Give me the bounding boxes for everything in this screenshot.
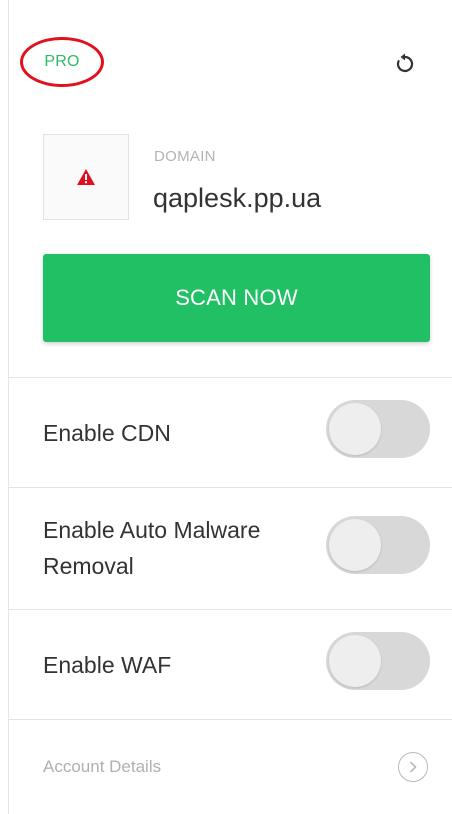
site-panel: PRO DOMAIN qaplesk.pp.ua SCAN NOW Enable… — [8, 0, 452, 814]
pro-badge-label: PRO — [44, 53, 80, 70]
site-header: PRO DOMAIN qaplesk.pp.ua SCAN NOW — [9, 0, 452, 378]
toggle-knob — [329, 403, 381, 455]
setting-row-waf: Enable WAF — [9, 610, 452, 720]
refresh-button[interactable] — [392, 50, 418, 76]
site-favicon — [43, 134, 129, 220]
pro-badge: PRO — [20, 37, 104, 87]
setting-label-auto-malware-removal: Enable Auto Malware Removal — [43, 517, 261, 579]
refresh-icon — [396, 53, 414, 73]
scan-now-button[interactable]: SCAN NOW — [43, 254, 430, 342]
warning-triangle-icon — [77, 169, 95, 185]
domain-name: qaplesk.pp.ua — [153, 183, 322, 213]
setting-row-auto-malware-removal: Enable Auto Malware Removal — [9, 488, 452, 610]
cdn-toggle[interactable] — [326, 400, 430, 458]
domain-label: DOMAIN — [154, 148, 216, 165]
account-details-label: Account Details — [43, 757, 162, 776]
chevron-right-circle-icon — [398, 752, 428, 782]
setting-row-cdn: Enable CDN — [9, 378, 452, 488]
chevron-right-icon — [410, 761, 417, 773]
auto-malware-removal-toggle[interactable] — [326, 516, 430, 574]
toggle-knob — [329, 635, 381, 687]
account-details-link[interactable]: Account Details — [9, 720, 452, 814]
setting-label-cdn: Enable CDN — [43, 420, 171, 446]
toggle-knob — [329, 519, 381, 571]
setting-label-waf: Enable WAF — [43, 652, 172, 678]
waf-toggle[interactable] — [326, 632, 430, 690]
